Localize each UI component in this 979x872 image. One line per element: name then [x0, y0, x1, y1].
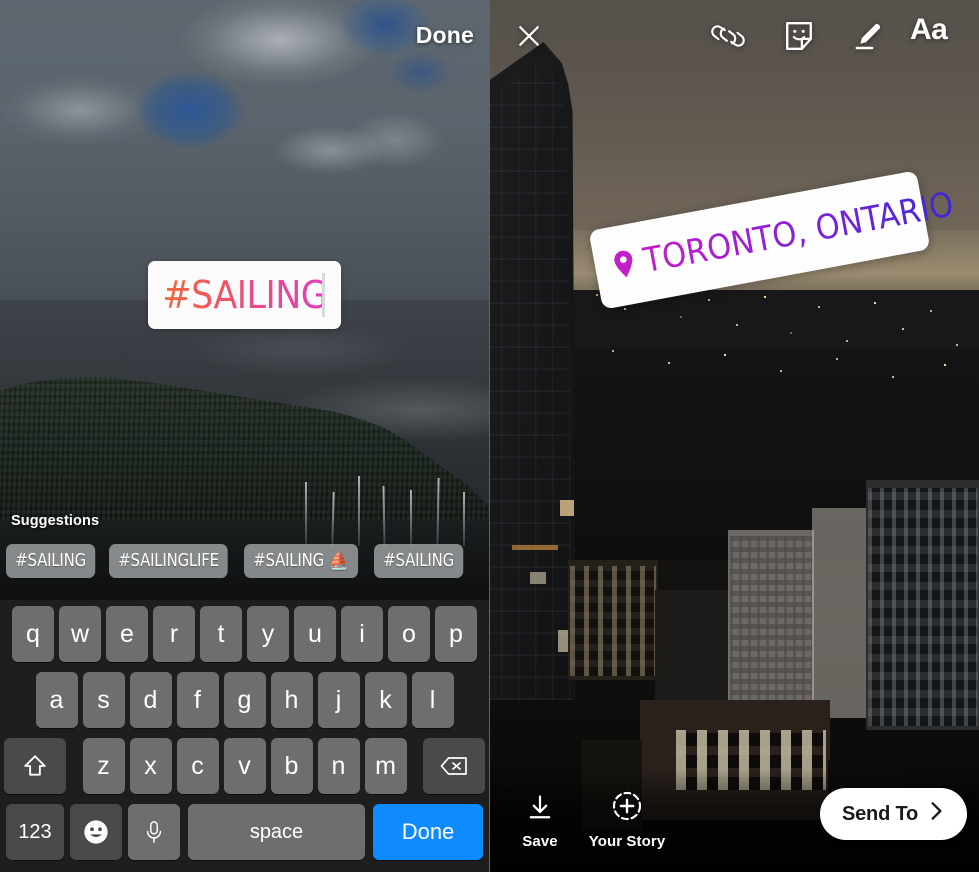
key-s[interactable]: s: [82, 672, 125, 728]
key-x[interactable]: x: [129, 738, 172, 794]
key-k[interactable]: k: [364, 672, 407, 728]
sailboat-mast: [410, 490, 412, 546]
story-toolbar: Aa: [490, 0, 979, 72]
close-icon[interactable]: [510, 17, 548, 55]
backspace-icon[interactable]: [423, 738, 485, 794]
story-share-bottom-bar: Save Your Story Send To: [490, 767, 979, 872]
keyboard-done-button[interactable]: Done: [373, 804, 483, 860]
add-to-story-icon: [610, 789, 644, 828]
download-arrow-icon: [525, 793, 555, 828]
suggestion-chip[interactable]: #SAILING: [374, 544, 464, 578]
key-c[interactable]: c: [176, 738, 219, 794]
key-n[interactable]: n: [317, 738, 360, 794]
building-window-grid: [868, 488, 978, 726]
key-p[interactable]: p: [435, 606, 477, 662]
building-window-grid: [570, 566, 656, 676]
key-z[interactable]: z: [82, 738, 125, 794]
sticker-icon[interactable]: [779, 16, 819, 56]
send-to-button[interactable]: Send To: [819, 788, 967, 840]
dual-screenshot-container: Done #SAILING Suggestions #SAILING #SAIL…: [0, 0, 979, 872]
key-g[interactable]: g: [223, 672, 266, 728]
keyboard-row-4: 123 space Done: [3, 804, 486, 860]
suggestions-list: #SAILING #SAILINGLIFE #SAILING ⛵ #SAILIN…: [6, 544, 489, 578]
done-button-top[interactable]: Done: [416, 22, 474, 49]
sailboat-mast: [463, 492, 465, 546]
tower-lit-window: [560, 500, 574, 516]
tower-lit-window: [512, 545, 558, 550]
microphone-icon[interactable]: [128, 804, 180, 860]
city-building: [655, 590, 730, 710]
your-story-label: Your Story: [588, 833, 666, 850]
link-icon[interactable]: [708, 16, 748, 56]
save-button[interactable]: Save: [510, 793, 570, 850]
key-e[interactable]: e: [106, 606, 148, 662]
key-b[interactable]: b: [270, 738, 313, 794]
key-y[interactable]: y: [247, 606, 289, 662]
space-key[interactable]: space: [188, 804, 365, 860]
suggestion-chip[interactable]: #SAILINGLIFE: [108, 544, 228, 578]
location-pin-icon: [610, 247, 638, 285]
hashtag-sticker-text: #SAILING: [162, 273, 327, 317]
keyboard-row-3: z x c v b n m: [3, 738, 486, 794]
sailboat-mast: [305, 482, 307, 544]
key-i[interactable]: i: [341, 606, 383, 662]
key-h[interactable]: h: [270, 672, 313, 728]
key-v[interactable]: v: [223, 738, 266, 794]
keyboard-row-2: a s d f g h j k l: [3, 672, 486, 728]
key-o[interactable]: o: [388, 606, 430, 662]
key-j[interactable]: j: [317, 672, 360, 728]
city-light-field: [585, 285, 979, 405]
keyboard-row-1: q w e r t y u i o p: [3, 606, 486, 662]
chevron-right-icon: [928, 800, 945, 828]
story-hashtag-editor-panel: Done #SAILING Suggestions #SAILING #SAIL…: [0, 0, 489, 872]
key-a[interactable]: a: [35, 672, 78, 728]
building-window-grid: [730, 536, 812, 706]
key-q[interactable]: q: [12, 606, 54, 662]
shift-icon[interactable]: [4, 738, 66, 794]
suggestion-chip[interactable]: #SAILING ⛵: [244, 544, 359, 578]
tower-lit-window: [530, 572, 546, 584]
on-screen-keyboard: q w e r t y u i o p a s d f g h j k l z …: [0, 600, 489, 872]
suggestions-heading: Suggestions: [11, 513, 100, 529]
key-r[interactable]: r: [153, 606, 195, 662]
save-label: Save: [522, 833, 558, 850]
key-w[interactable]: w: [59, 606, 101, 662]
your-story-button[interactable]: Your Story: [582, 789, 672, 850]
numbers-key[interactable]: 123: [6, 804, 64, 860]
text-tool-button[interactable]: Aa: [910, 13, 948, 47]
key-f[interactable]: f: [176, 672, 219, 728]
sailboat-mast: [358, 476, 360, 546]
emoji-icon[interactable]: [70, 804, 122, 860]
key-t[interactable]: t: [200, 606, 242, 662]
story-share-panel: Aa TORONTO, ONTARIO Save Your Story Send…: [490, 0, 979, 872]
send-to-label: Send To: [841, 802, 918, 825]
suggestion-chip[interactable]: #SAILING: [6, 544, 96, 578]
key-m[interactable]: m: [364, 738, 407, 794]
text-cursor: [322, 273, 325, 317]
key-u[interactable]: u: [294, 606, 336, 662]
key-l[interactable]: l: [411, 672, 454, 728]
hashtag-sticker[interactable]: #SAILING: [148, 261, 341, 329]
draw-marker-icon[interactable]: [847, 16, 887, 56]
key-d[interactable]: d: [129, 672, 172, 728]
city-building: [812, 508, 866, 718]
